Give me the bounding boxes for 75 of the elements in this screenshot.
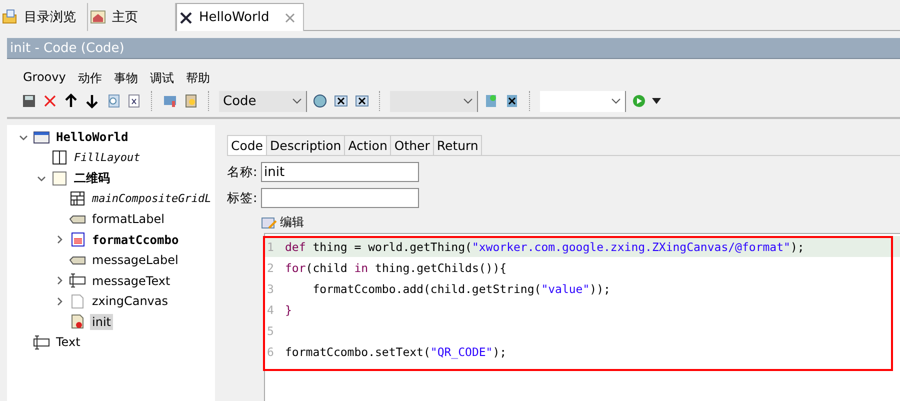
square-icon (51, 170, 68, 186)
tree-item[interactable]: formatCcombo (90, 232, 181, 248)
cross-box-icon[interactable] (354, 93, 370, 109)
input-field[interactable] (261, 188, 419, 208)
edit-button[interactable]: 编辑 (261, 214, 304, 231)
editor-tab[interactable]: Return (432, 135, 482, 155)
tree-item[interactable]: HelloWorld (54, 129, 130, 146)
line-number: 6 (266, 344, 275, 358)
tab[interactable]: 目录浏览 (0, 3, 88, 31)
type-combo[interactable]: Code (219, 90, 307, 112)
home-icon (90, 9, 106, 25)
chevron-down-icon[interactable] (36, 174, 46, 183)
line-number: 5 (266, 324, 275, 338)
chevron-right-icon[interactable] (54, 276, 64, 286)
window-icon (33, 130, 50, 145)
close-icon[interactable] (285, 12, 296, 22)
tree-item[interactable]: mainCompositeGridL (90, 191, 214, 206)
columns-icon (51, 150, 68, 166)
code-editor[interactable]: 1 def thing = world.getThing("xworker.com.google.zxing.ZXingCanvas/@format"); 2 for(child in thing.getChilds()){ 3 formatCcombo.add(child.getString("value")); 4 } 5 6 formatCcombo.setText("QR_CODE"); (264, 233, 900, 401)
menu-item[interactable]: 事物 (114, 70, 138, 87)
code-text: formatCcombo.add(child.getString("value")); (312, 282, 610, 296)
editor-tab[interactable]: Code (227, 135, 268, 155)
tab[interactable]: 主页 (88, 3, 176, 31)
chevron-right-icon[interactable] (54, 296, 64, 306)
chevron-down-icon (463, 98, 473, 104)
code-text: formatCcombo.setText("QR_CODE"); (285, 344, 507, 358)
text-field-icon (69, 273, 86, 288)
tab[interactable]: HelloWorld (176, 3, 304, 31)
tree-item[interactable]: Text (54, 334, 82, 350)
list-icon (69, 232, 86, 248)
editor-tab[interactable]: Description (266, 135, 346, 155)
tree-item[interactable]: 二维码 (72, 168, 112, 188)
tree-item[interactable]: zxingCanvas (90, 293, 170, 310)
cross-box-icon[interactable] (333, 93, 349, 109)
delete-icon[interactable] (42, 93, 58, 109)
arrow-down-icon[interactable] (84, 93, 100, 109)
grid-icon (69, 191, 86, 206)
code-text: } (285, 302, 292, 316)
menu-item[interactable]: 帮助 (186, 70, 210, 87)
input-field[interactable]: init (261, 162, 419, 182)
tree-item[interactable]: messageLabel (90, 252, 180, 268)
globe-icon[interactable] (312, 93, 328, 109)
presentation-icon[interactable] (162, 93, 178, 109)
save-icon[interactable] (21, 93, 37, 109)
tree-item[interactable]: messageText (90, 272, 172, 289)
page-icon (69, 294, 86, 309)
tree-item[interactable]: formatLabel (90, 211, 166, 228)
folder-icon (2, 9, 18, 25)
chevron-down-icon (292, 98, 302, 104)
tree-item[interactable]: init (90, 314, 113, 330)
line-number: 3 (266, 282, 275, 296)
clipboard-icon[interactable] (183, 93, 199, 109)
edit-icon (261, 216, 277, 230)
menu-item[interactable]: 调试 (150, 70, 174, 87)
line-number: 1 (266, 240, 275, 254)
menu-item[interactable]: 动作 (78, 70, 102, 87)
arrow-up-icon[interactable] (63, 93, 79, 109)
run-icon[interactable] (631, 93, 647, 109)
chevron-down-icon[interactable] (18, 132, 28, 142)
line-number: 4 (266, 302, 275, 316)
chevron-right-icon[interactable] (54, 235, 64, 244)
script-icon (69, 314, 86, 330)
code-text: for(child in thing.getChilds()){ (285, 260, 507, 274)
document-icon[interactable] (126, 93, 142, 109)
code-text: def thing = world.getThing("xworker.com.google.zxing.ZXingCanvas/@format"); (285, 240, 804, 254)
line-number: 2 (266, 260, 275, 274)
menu-item[interactable]: Groovy (23, 70, 66, 87)
cross-icon (179, 10, 193, 24)
chevron-down-icon (611, 98, 621, 104)
dropdown-arrow-icon[interactable] (652, 98, 661, 104)
field-label: 标签: (227, 190, 258, 206)
panel-title: init - Code (Code) (7, 38, 900, 59)
tree-item[interactable]: FillLayout (72, 150, 142, 166)
field-label: 名称: (227, 164, 258, 180)
text-field-icon (33, 334, 50, 350)
